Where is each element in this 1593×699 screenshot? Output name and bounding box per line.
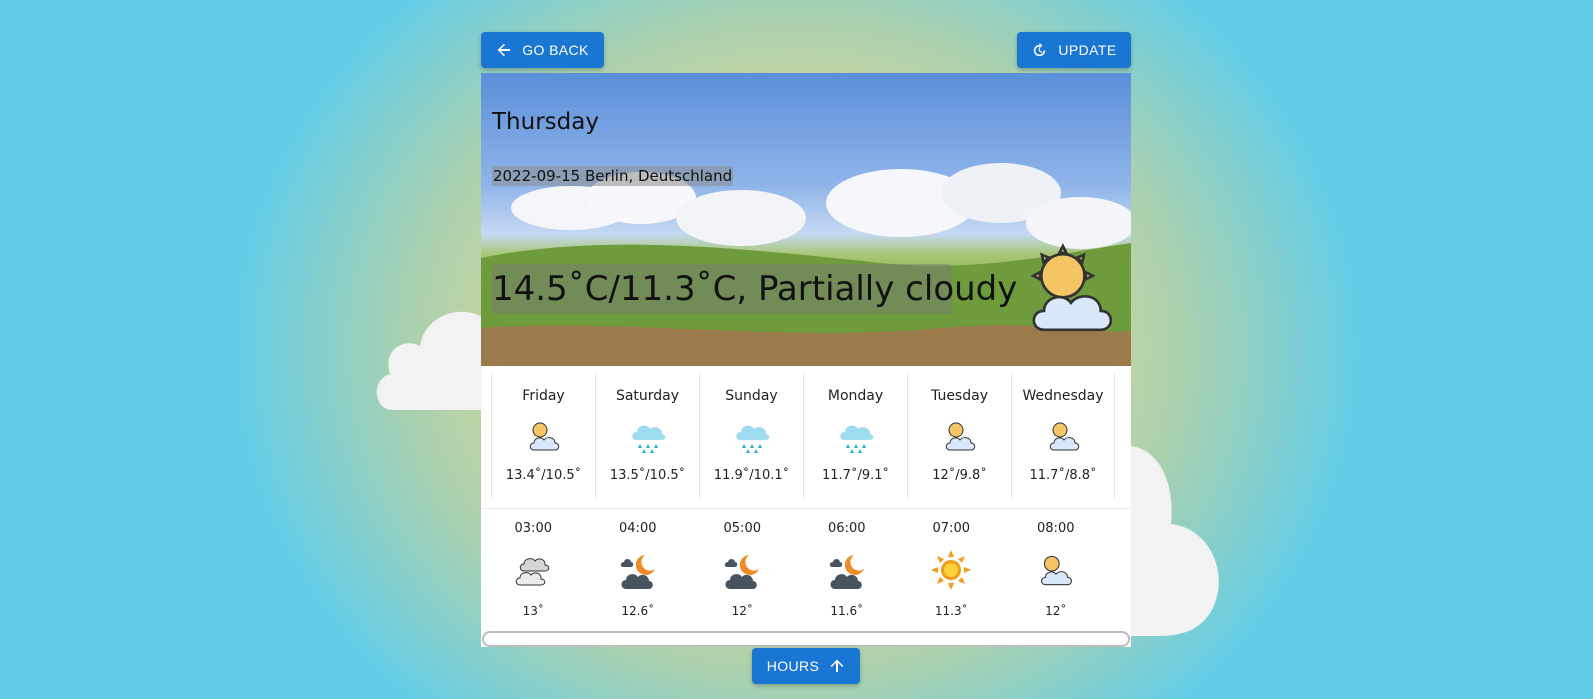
forecast-day-name: Friday bbox=[522, 388, 565, 404]
forecast-temps: 13.5˚/10.5˚ bbox=[609, 468, 686, 483]
hours-label: HOURS bbox=[766, 658, 820, 674]
forecast-hour-temp: 13˚ bbox=[522, 604, 544, 618]
hourly-scrollbar[interactable] bbox=[482, 631, 1130, 647]
daily-forecast-item[interactable]: Wednesday 11.7˚/8.8˚ bbox=[1011, 374, 1115, 498]
forecast-day-name: Tuesday bbox=[931, 388, 988, 404]
current-day: Thursday bbox=[492, 109, 599, 135]
forecast-hour: 07:00 bbox=[932, 521, 970, 536]
partly-cloudy-night-icon bbox=[620, 555, 655, 589]
partly-cloudy-day-icon bbox=[529, 422, 560, 451]
hourly-forecast-item: 08:00 12˚ bbox=[1004, 513, 1109, 633]
forecast-temps: 11.7˚/9.1˚ bbox=[822, 468, 889, 483]
daily-forecast-item[interactable]: Friday 13.4˚/10.5˚ bbox=[491, 374, 595, 498]
forecast-temps: 11.9˚/10.1˚ bbox=[713, 468, 790, 483]
forecast-hour-temp: 12˚ bbox=[731, 604, 753, 618]
hourly-forecast-item: 05:00 12˚ bbox=[690, 513, 795, 633]
daily-forecast-item[interactable]: Sunday 11.9˚/10.1˚ bbox=[699, 374, 803, 498]
forecast-hour: 06:00 bbox=[828, 521, 866, 536]
forecast-day-name: Wednesday bbox=[1022, 388, 1104, 404]
partly-cloudy-day-icon bbox=[1030, 243, 1113, 332]
current-summary: 14.5˚C/11.3˚C, Partially cloudy bbox=[492, 264, 1017, 314]
section-divider bbox=[481, 508, 1131, 509]
forecast-day-name: Saturday bbox=[615, 388, 680, 404]
forecast-hour-temp: 11.3˚ bbox=[934, 604, 968, 618]
update-label: UPDATE bbox=[1058, 42, 1117, 58]
daily-forecast-item[interactable]: Saturday 13.5˚/10.5˚ bbox=[595, 374, 699, 498]
arrow-left-icon bbox=[497, 43, 511, 57]
forecast-hour: 08:00 bbox=[1037, 521, 1075, 536]
current-date-location: 2022-09-15 Berlin, Deutschland bbox=[492, 166, 734, 186]
forecast-day-name: Sunday bbox=[725, 388, 778, 404]
arrow-up-icon bbox=[830, 659, 844, 672]
hours-button[interactable]: HOURS bbox=[752, 648, 860, 684]
hourly-forecast-item: 03:00 13˚ bbox=[481, 513, 586, 633]
forecast-hour-temp: 11.6˚ bbox=[830, 604, 864, 618]
rain-icon bbox=[736, 425, 770, 453]
partly-cloudy-night-icon bbox=[829, 555, 864, 589]
background-cloud-left-icon bbox=[376, 311, 490, 410]
daily-forecast-item[interactable]: Monday 11.7˚/9.1˚ bbox=[803, 374, 907, 498]
forecast-temps: 11.7˚/8.8˚ bbox=[1029, 468, 1097, 483]
go-back-button[interactable]: GO BACK bbox=[481, 32, 604, 68]
rain-icon bbox=[632, 425, 666, 453]
partly-cloudy-night-icon bbox=[724, 555, 759, 589]
partly-cloudy-day-icon bbox=[1040, 555, 1072, 586]
partly-cloudy-day-icon bbox=[945, 422, 976, 451]
cloudy-icon bbox=[515, 558, 550, 586]
forecast-day-name: Monday bbox=[827, 388, 884, 404]
background-cloud-right-icon bbox=[1131, 446, 1219, 636]
forecast-hour: 03:00 bbox=[514, 521, 552, 536]
hourly-forecast-item: 04:00 12.6˚ bbox=[586, 513, 691, 633]
daily-forecast: Friday 13.4˚/10.5˚ Saturday 13.5˚/10.5˚ … bbox=[491, 374, 1121, 498]
sun-icon bbox=[931, 550, 971, 590]
forecast-hour-temp: 12.6˚ bbox=[621, 604, 655, 618]
current-weather-hero: Thursday 2022-09-15 Berlin, Deutschland … bbox=[481, 73, 1131, 366]
forecast-hour: 05:00 bbox=[723, 521, 761, 536]
hourly-forecast-item: 06:00 11.6˚ bbox=[795, 513, 900, 633]
hourly-forecast: 03:00 13˚ 04:00 12.6˚ 05:00 12˚ 06:00 11… bbox=[481, 513, 1131, 633]
forecast-hour: 04:00 bbox=[619, 521, 657, 536]
rain-icon bbox=[840, 425, 874, 453]
forecast-hour-temp: 12˚ bbox=[1045, 604, 1067, 618]
forecast-temps: 13.4˚/10.5˚ bbox=[505, 468, 582, 483]
refresh-icon bbox=[1034, 42, 1046, 56]
go-back-label: GO BACK bbox=[522, 42, 589, 58]
forecast-temps: 12˚/9.8˚ bbox=[932, 468, 987, 483]
weather-card: Thursday 2022-09-15 Berlin, Deutschland … bbox=[481, 73, 1131, 647]
partly-cloudy-day-icon bbox=[1049, 422, 1080, 451]
daily-forecast-item[interactable]: Tuesday 12˚/9.8˚ bbox=[907, 374, 1011, 498]
hourly-forecast-item: 07:00 11.3˚ bbox=[899, 513, 1004, 633]
update-button[interactable]: UPDATE bbox=[1017, 32, 1131, 68]
